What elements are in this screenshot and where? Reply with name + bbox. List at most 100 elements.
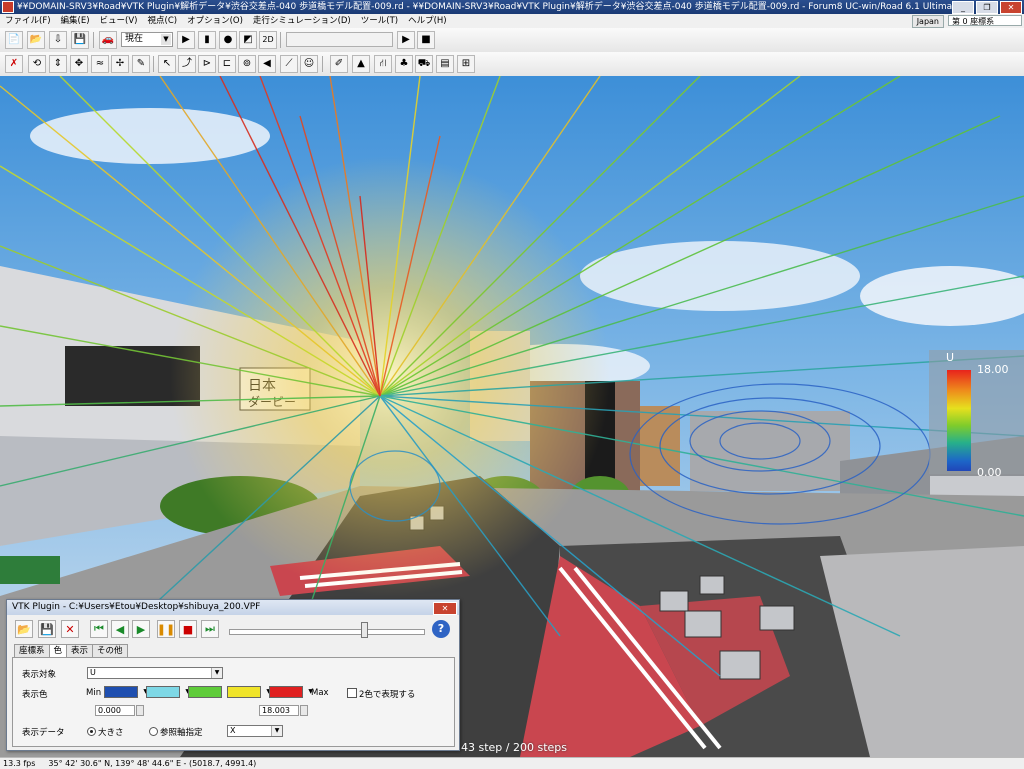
close-button[interactable]: ✕ bbox=[1000, 1, 1022, 14]
steering-icon[interactable]: ⊚ bbox=[238, 55, 256, 73]
speaker-icon[interactable]: ◀ bbox=[258, 55, 276, 73]
legend-max: 18.00 bbox=[977, 363, 1009, 376]
person-icon[interactable]: ☺ bbox=[300, 55, 318, 73]
edit-pen-icon[interactable]: ✐ bbox=[330, 55, 348, 73]
color-swatch-4[interactable]: ▼ bbox=[227, 686, 271, 698]
tab-other[interactable]: その他 bbox=[92, 644, 128, 657]
stop-icon[interactable]: ■ bbox=[417, 31, 435, 49]
chevron-down-icon: ▼ bbox=[161, 34, 171, 45]
document-icon[interactable]: ▤ bbox=[436, 55, 454, 73]
menu-drive-sim[interactable]: 走行シミュレーション(D) bbox=[248, 14, 356, 28]
app-icon bbox=[2, 1, 14, 13]
color-swatch-1[interactable]: ▼ bbox=[104, 686, 148, 698]
vtk-plugin-dialog: VTK Plugin - C:¥Users¥Etou¥Desktop¥shibu… bbox=[6, 599, 460, 751]
step-back-icon[interactable]: ◀ bbox=[111, 620, 129, 638]
road-view-icon[interactable]: ⛙ bbox=[374, 55, 392, 73]
save-icon[interactable]: 💾 bbox=[71, 31, 89, 49]
dialog-title: VTK Plugin - C:¥Users¥Etou¥Desktop¥shibu… bbox=[12, 602, 261, 612]
last-frame-icon[interactable]: ⏭ bbox=[201, 620, 219, 638]
chart-icon[interactable]: ▮ bbox=[198, 31, 216, 49]
toolbar-separator bbox=[280, 32, 281, 48]
radio-magnitude-label: 大きさ bbox=[98, 728, 124, 738]
lane-icon[interactable]: ⊏ bbox=[218, 55, 236, 73]
min-value-field[interactable]: 0.000 bbox=[95, 705, 135, 716]
road-icon[interactable]: ⤴ bbox=[178, 55, 196, 73]
edit-toolbar: ✗ ⟲ ⇕ ✥ ≈ ✢ ✎ ↖ ⤴ ⊳ ⊏ ⊚ ◀ ⟋ ☺ ✐ ▲ ⛙ ♣ ⛟ … bbox=[0, 52, 1024, 77]
max-value-field[interactable]: 18.003 bbox=[259, 705, 299, 716]
menu-help[interactable]: ヘルプ(H) bbox=[403, 14, 452, 28]
min-label: Min bbox=[86, 688, 102, 698]
camera-view-icon[interactable]: 🚗 bbox=[99, 31, 117, 49]
delete-icon[interactable]: ✕ bbox=[61, 620, 79, 638]
restore-button[interactable]: ❐ bbox=[976, 1, 998, 14]
open-folder-icon[interactable]: 📂 bbox=[27, 31, 45, 49]
color-swatch-5[interactable]: ▼ bbox=[269, 686, 313, 698]
color-swatch-2[interactable]: ▼ bbox=[146, 686, 190, 698]
save-icon[interactable]: 💾 bbox=[38, 620, 56, 638]
terrain-icon[interactable]: ▲ bbox=[352, 55, 370, 73]
two-color-checkbox[interactable] bbox=[347, 688, 357, 698]
time-slider-track[interactable] bbox=[229, 629, 425, 635]
toolbar-separator bbox=[322, 56, 323, 72]
landscape-icon[interactable]: ◩ bbox=[239, 31, 257, 49]
driver-icon[interactable]: ▶ bbox=[177, 31, 195, 49]
scenario-select[interactable] bbox=[286, 32, 393, 47]
coord-system-box[interactable]: 第 0 座標系 bbox=[948, 15, 1022, 26]
intersection-icon[interactable]: ⊳ bbox=[198, 55, 216, 73]
mode-2d-button[interactable]: 2D bbox=[259, 31, 277, 49]
legend-min: 0.00 bbox=[977, 466, 1002, 479]
paint-icon[interactable]: ✎ bbox=[132, 55, 150, 73]
move-vertical-icon[interactable]: ⇕ bbox=[49, 55, 67, 73]
crane-icon[interactable]: ⟋ bbox=[280, 55, 298, 73]
view-select[interactable]: 現在 ▼ bbox=[121, 32, 173, 47]
tree-icon[interactable]: ♣ bbox=[395, 55, 413, 73]
cross-icon[interactable]: ✗ bbox=[5, 55, 23, 73]
radio-axis-label: 参照軸指定 bbox=[160, 728, 203, 738]
tab-color[interactable]: 色 bbox=[48, 644, 68, 657]
pause-icon[interactable]: ❚❚ bbox=[157, 620, 175, 638]
menu-edit[interactable]: 編集(E) bbox=[56, 14, 95, 28]
add-model-icon[interactable]: ⊞ bbox=[457, 55, 475, 73]
play-icon[interactable]: ▶ bbox=[132, 620, 150, 638]
window-title: ¥¥DOMAIN-SRV3¥Road¥VTK Plugin¥解析データ¥渋谷交差… bbox=[17, 2, 962, 12]
dialog-title-bar: VTK Plugin - C:¥Users¥Etou¥Desktop¥shibu… bbox=[7, 600, 459, 615]
radio-axis[interactable] bbox=[149, 727, 158, 736]
new-file-icon[interactable]: 📄 bbox=[5, 31, 23, 49]
max-value-spinner[interactable] bbox=[300, 705, 308, 716]
menu-options[interactable]: オプション(O) bbox=[182, 14, 248, 28]
radio-magnitude[interactable] bbox=[87, 727, 96, 736]
move-all-icon[interactable]: ✥ bbox=[70, 55, 88, 73]
car-icon[interactable]: ⛟ bbox=[415, 55, 433, 73]
menu-tools[interactable]: ツール(T) bbox=[356, 14, 403, 28]
max-label: Max bbox=[311, 688, 329, 698]
import-icon[interactable]: ⇩ bbox=[49, 31, 67, 49]
tab-coordinates[interactable]: 座標系 bbox=[14, 644, 50, 657]
help-button[interactable]: ? bbox=[432, 620, 450, 638]
open-folder-icon[interactable]: 📂 bbox=[15, 620, 33, 638]
tab-display[interactable]: 表示 bbox=[66, 644, 94, 657]
minimize-button[interactable]: _ bbox=[952, 1, 974, 14]
legend-color-bar bbox=[947, 370, 971, 471]
position-readout: 35° 42' 30.6" N, 139° 48' 44.6" E - (501… bbox=[48, 759, 257, 768]
rotate-icon[interactable]: ⟲ bbox=[28, 55, 46, 73]
select-pointer-icon[interactable]: ↖ bbox=[158, 55, 176, 73]
two-color-label: 2色で表現する bbox=[359, 690, 416, 700]
record-icon[interactable]: ● bbox=[219, 31, 237, 49]
first-frame-icon[interactable]: ⏮ bbox=[90, 620, 108, 638]
play-icon[interactable]: ▶ bbox=[397, 31, 415, 49]
chevron-down-icon: ▼ bbox=[211, 668, 222, 678]
color-swatch-3[interactable]: ▼ bbox=[188, 686, 232, 698]
axis-select[interactable]: X ▼ bbox=[227, 725, 283, 737]
min-value-spinner[interactable] bbox=[136, 705, 144, 716]
stop-icon[interactable]: ■ bbox=[179, 620, 197, 638]
menu-camera[interactable]: 視点(C) bbox=[143, 14, 183, 28]
flatten-icon[interactable]: ≈ bbox=[91, 55, 109, 73]
menu-view[interactable]: ビュー(V) bbox=[95, 14, 143, 28]
toolbar-separator bbox=[153, 56, 154, 72]
target-select[interactable]: U ▼ bbox=[87, 667, 223, 679]
time-slider-thumb[interactable] bbox=[361, 622, 368, 638]
dialog-tabs: 座標系 色 表示 その他 bbox=[14, 644, 128, 657]
dialog-close-button[interactable]: ✕ bbox=[433, 602, 457, 615]
pan-icon[interactable]: ✢ bbox=[111, 55, 129, 73]
menu-file[interactable]: ファイル(F) bbox=[0, 14, 56, 28]
